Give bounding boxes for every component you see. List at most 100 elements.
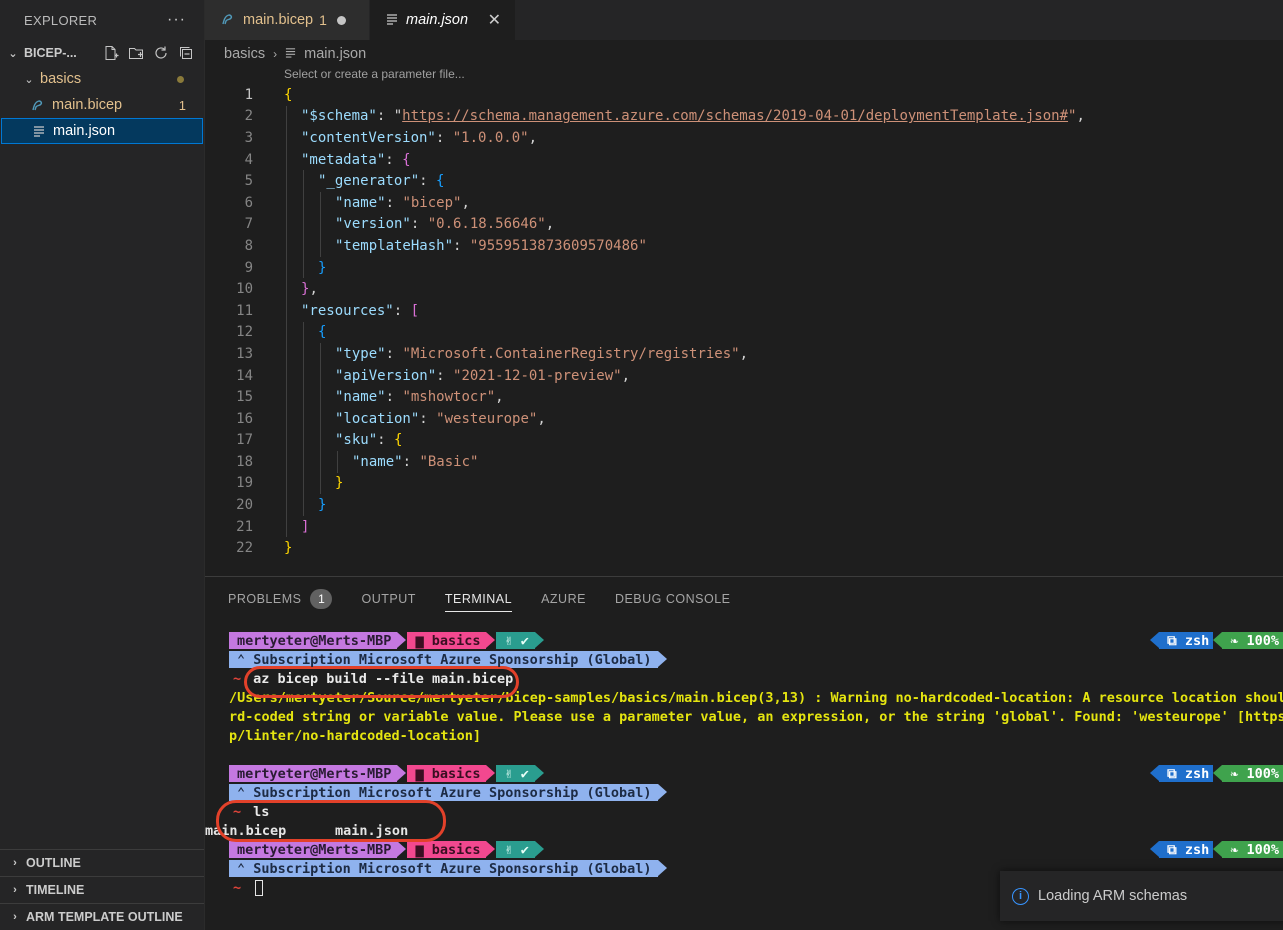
shell-segment: ⧉ zsh — [1150, 841, 1214, 858]
prompt-dir-segment: ▆ basics — [407, 841, 496, 858]
parameter-file-codelens[interactable]: Select or create a parameter file... — [284, 67, 465, 81]
json-key: "sku" — [335, 432, 378, 449]
explorer-sidebar: EXPLORER ··· ⌄ BICEP-... ⌄ basics main.b… — [0, 0, 205, 930]
line-number: 21 — [236, 518, 253, 535]
tab-main-bicep[interactable]: main.bicep 1 — [205, 0, 370, 40]
tab-problems[interactable]: PROBLEMS 1 — [228, 577, 333, 621]
json-key: "apiVersion" — [335, 367, 437, 384]
json-key: "name" — [335, 389, 386, 406]
prompt-git-segment: ✌ ✔ — [496, 632, 545, 649]
collapse-all-icon[interactable] — [178, 45, 194, 61]
line-number: 19 — [236, 475, 253, 492]
line-number: 11 — [236, 302, 253, 319]
tab-terminal[interactable]: TERMINAL — [444, 577, 513, 621]
section-label: ARM TEMPLATE OUTLINE — [26, 910, 183, 924]
line-number: 15 — [236, 389, 253, 406]
json-key: "version" — [335, 216, 411, 233]
code-line: 3 "contentVersion": "1.0.0.0", — [205, 127, 1283, 149]
subscription-segment: ⌃ Subscription Microsoft Azure Sponsorsh… — [229, 651, 667, 668]
warning-line: p/linter/no-hardcoded-location] — [229, 727, 481, 744]
json-file-icon — [31, 125, 47, 137]
workspace-folder-header[interactable]: ⌄ BICEP-... — [0, 40, 204, 66]
prompt-line: mertyeter@Merts-MBP ▆ basics ✌ ✔ ⧉ zsh ❧… — [229, 764, 1283, 783]
folder-label: basics — [40, 71, 82, 87]
json-value: "bicep" — [402, 194, 462, 211]
breadcrumb-file[interactable]: main.json — [304, 46, 366, 62]
code-line: 17 "sku": { — [205, 429, 1283, 452]
refresh-icon[interactable] — [153, 45, 169, 61]
section-outline[interactable]: › OUTLINE — [0, 849, 204, 876]
battery-segment: ❧ 100% — [1213, 632, 1283, 649]
prompt-right-segments: ⧉ zsh ❧ 100% — [1150, 632, 1283, 649]
json-value: "westeurope" — [436, 410, 538, 427]
problem-count-badge: 1 — [319, 12, 327, 28]
code-line: 5 "_generator": { — [205, 170, 1283, 192]
json-key: "type" — [335, 345, 386, 362]
close-icon[interactable]: ✕ — [488, 10, 501, 30]
code-line: 6 "name": "bicep", — [205, 191, 1283, 214]
new-file-icon[interactable] — [103, 45, 119, 61]
json-value: "Basic" — [419, 453, 479, 470]
chevron-right-icon: › — [13, 857, 17, 869]
tab-label: PROBLEMS — [228, 592, 302, 606]
json-key: "$schema" — [301, 108, 377, 125]
prompt-git-segment: ✌ ✔ — [496, 841, 545, 858]
code-editor[interactable]: 1{ 2 "$schema": "https://schema.managemen… — [205, 84, 1283, 574]
section-timeline[interactable]: › TIMELINE — [0, 876, 204, 903]
bicep-file-icon — [30, 98, 46, 112]
file-label: main.bicep — [52, 97, 123, 113]
notification-toast[interactable]: i Loading ARM schemas — [1000, 871, 1283, 921]
breadcrumb: basics › main.json — [205, 40, 1283, 68]
breadcrumb-folder[interactable]: basics — [224, 46, 265, 62]
tree-file-main-json[interactable]: main.json — [1, 118, 203, 144]
tab-azure[interactable]: AZURE — [541, 577, 586, 621]
code-line: 1{ — [205, 84, 1283, 106]
json-key: "name" — [352, 453, 403, 470]
battery-segment: ❧ 100% — [1213, 841, 1283, 858]
json-key: "_generator" — [318, 173, 420, 190]
code-line: 9} — [205, 256, 1283, 279]
tab-label: TERMINAL — [444, 592, 513, 606]
highlight-circle-ls-command — [216, 800, 446, 842]
line-number: 4 — [244, 151, 253, 168]
prompt-line: mertyeter@Merts-MBP ▆ basics ✌ ✔ ⧉ zsh ❧… — [229, 631, 1283, 650]
unsaved-dot-icon[interactable] — [336, 15, 346, 25]
code-line: 19} — [205, 472, 1283, 495]
line-number: 18 — [236, 453, 253, 470]
code-line: 7 "version": "0.6.18.56646", — [205, 213, 1283, 236]
panel-tabs: PROBLEMS 1 OUTPUT TERMINAL AZURE DEBUG CO… — [205, 577, 1283, 621]
shell-segment: ⧉ zsh — [1150, 765, 1214, 782]
json-key: "metadata" — [301, 151, 386, 168]
schema-link[interactable]: https://schema.management.azure.com/sche… — [402, 108, 1068, 124]
tab-debug-console[interactable]: DEBUG CONSOLE — [615, 577, 731, 621]
tab-output[interactable]: OUTPUT — [361, 577, 415, 621]
chevron-down-icon: ⌄ — [24, 73, 34, 86]
folder-actions — [103, 45, 204, 61]
file-label: main.json — [53, 123, 116, 139]
line-number: 16 — [236, 410, 253, 427]
line-number: 22 — [236, 540, 253, 557]
section-label: TIMELINE — [26, 883, 85, 897]
section-label: OUTLINE — [26, 856, 81, 870]
tab-main-json[interactable]: main.json ✕ — [370, 0, 516, 40]
new-folder-icon[interactable] — [128, 45, 144, 61]
line-number: 17 — [236, 432, 253, 449]
notification-text: Loading ARM schemas — [1038, 888, 1188, 904]
more-actions-icon[interactable]: ··· — [167, 11, 186, 29]
chevron-right-icon: › — [273, 47, 278, 61]
code-line: 15 "name": "mshowtocr", — [205, 386, 1283, 408]
chevron-down-icon: ⌄ — [8, 47, 18, 60]
battery-segment: ❧ 100% — [1213, 765, 1283, 782]
warning-line: rd-coded string or variable value. Pleas… — [229, 708, 1283, 725]
prompt-git-segment: ✌ ✔ — [496, 765, 545, 782]
tab-label: OUTPUT — [361, 592, 416, 606]
shell-segment: ⧉ zsh — [1150, 632, 1214, 649]
tree-folder-basics[interactable]: ⌄ basics — [0, 66, 204, 92]
info-icon: i — [1012, 887, 1029, 905]
json-value: "0.6.18.56646" — [427, 216, 546, 233]
code-line: 16 "location": "westeurope", — [205, 407, 1283, 430]
section-arm-template-outline[interactable]: › ARM TEMPLATE OUTLINE — [0, 903, 204, 930]
explorer-title: EXPLORER — [24, 12, 98, 28]
line-number: 5 — [244, 173, 253, 190]
tree-file-main-bicep[interactable]: main.bicep 1 — [0, 92, 204, 118]
